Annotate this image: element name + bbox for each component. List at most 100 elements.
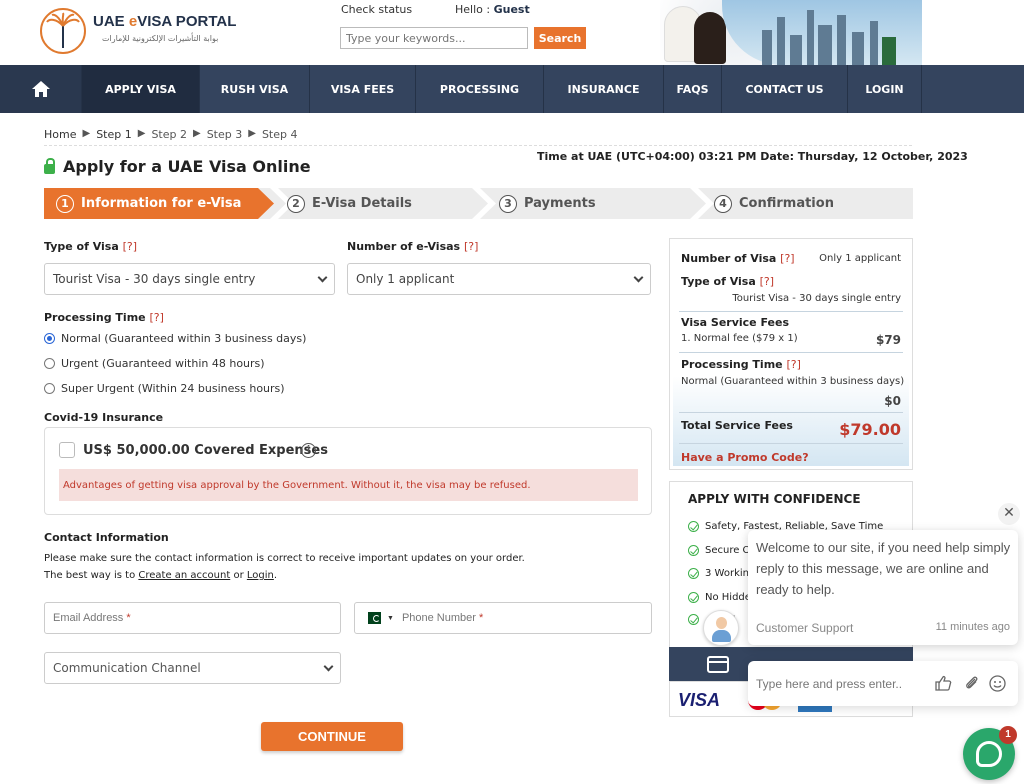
- confidence-title: APPLY WITH CONFIDENCE: [688, 492, 861, 506]
- person-image: [694, 12, 726, 64]
- help-link[interactable]: [?]: [149, 311, 163, 324]
- home-button[interactable]: [0, 65, 82, 113]
- page-title: Apply for a UAE Visa Online: [44, 157, 311, 176]
- insurance-coverage: US$ 50,000.00 Covered Expenses: [83, 443, 328, 458]
- logo-title: UAE eVISA PORTAL: [93, 13, 237, 30]
- create-account-link[interactable]: Create an account: [138, 570, 230, 581]
- logo-arabic: بوابة التأشيرات الإلكترونية للإمارات: [102, 34, 219, 43]
- breadcrumb-home[interactable]: Home: [44, 128, 76, 141]
- summary-visa-count-label: Number of Visa [?]: [681, 252, 795, 265]
- breadcrumb-step2[interactable]: Step 2: [151, 128, 187, 141]
- visa-count-select[interactable]: Only 1 applicant: [347, 263, 651, 295]
- processing-time-label: Processing Time [?]: [44, 311, 164, 324]
- summary-fee-amount: $79: [875, 333, 901, 347]
- help-link[interactable]: [?]: [464, 240, 478, 253]
- visa-type-label: Type of Visa [?]: [44, 240, 138, 253]
- step-2[interactable]: 2 E-Visa Details: [287, 188, 412, 219]
- summary-fees-label: Visa Service Fees: [681, 316, 789, 329]
- promo-code-link[interactable]: Have a Promo Code?: [681, 451, 809, 464]
- phone-field[interactable]: ▼ Phone Number *: [354, 602, 652, 634]
- radio-icon: [44, 383, 55, 394]
- breadcrumb-step4[interactable]: Step 4: [262, 128, 298, 141]
- summary-visa-type: Tourist Visa - 30 days single entry: [732, 293, 901, 304]
- radio-normal[interactable]: Normal (Guaranteed within 3 business day…: [44, 332, 306, 345]
- breadcrumb: Home ▶ Step 1 ▶ Step 2 ▶ Step 3 ▶ Step 4: [44, 128, 297, 141]
- step-3[interactable]: 3 Payments: [499, 188, 596, 219]
- summary-processing-value: Normal (Guaranteed within 3 business day…: [681, 376, 905, 387]
- caret-down-icon[interactable]: ▼: [387, 615, 394, 622]
- nav-rush-visa[interactable]: RUSH VISA: [200, 65, 310, 113]
- insurance-warning: Advantages of getting visa approval by t…: [59, 469, 638, 501]
- progress-steps: 1 Information for e-Visa 2 E-Visa Details …: [44, 188, 913, 219]
- chevron-right-icon: ▶: [82, 128, 91, 139]
- help-link[interactable]: [?]: [123, 240, 137, 253]
- covid-insurance-label: Covid-19 Insurance: [44, 411, 164, 424]
- step-1[interactable]: 1 Information for e-Visa: [56, 188, 241, 219]
- site-header: UAE eVISA PORTAL بوابة التأشيرات الإلكتر…: [0, 0, 1024, 65]
- chat-bubble-icon: [976, 741, 1002, 767]
- chat-agent-name: Customer Support: [756, 621, 854, 635]
- paperclip-icon[interactable]: [964, 675, 980, 695]
- summary-total-label: Total Service Fees: [681, 419, 793, 432]
- nav-visa-fees[interactable]: VISA FEES: [310, 65, 416, 113]
- communication-channel-select[interactable]: Communication Channel: [44, 652, 341, 684]
- summary-total-amount: $79.00: [839, 420, 901, 439]
- continue-button[interactable]: CONTINUE: [261, 722, 403, 751]
- summary-fee-line: 1. Normal fee ($79 x 1): [681, 333, 798, 344]
- breadcrumb-step1[interactable]: Step 1: [96, 128, 132, 141]
- check-circle-icon: [688, 614, 699, 625]
- close-chat-icon[interactable]: ✕: [998, 503, 1020, 525]
- emoji-icon[interactable]: [989, 675, 1006, 696]
- chevron-right-icon: ▶: [192, 128, 201, 139]
- nav-contact-us[interactable]: CONTACT US: [722, 65, 848, 113]
- step-4[interactable]: 4 Confirmation: [714, 188, 834, 219]
- visa-type-select[interactable]: Tourist Visa - 30 days single entry: [44, 263, 335, 295]
- visa-logo: VISA: [678, 690, 721, 710]
- info-icon[interactable]: i: [301, 443, 316, 458]
- help-link[interactable]: [?]: [760, 275, 774, 288]
- contact-info-text-2: The best way is to Create an account or …: [44, 570, 278, 581]
- nav-insurance[interactable]: INSURANCE: [544, 65, 664, 113]
- email-field[interactable]: Email Address *: [44, 602, 341, 634]
- help-link[interactable]: [?]: [780, 252, 794, 265]
- divider: [679, 352, 903, 353]
- divider: [44, 145, 912, 146]
- site-logo[interactable]: UAE eVISA PORTAL بوابة التأشيرات الإلكتر…: [40, 8, 240, 56]
- check-status-link[interactable]: Check status: [341, 3, 412, 16]
- pakistan-flag-icon[interactable]: [363, 612, 381, 624]
- chevron-down-icon: [323, 661, 334, 671]
- nav-login[interactable]: LOGIN: [848, 65, 922, 113]
- main-nav: APPLY VISA RUSH VISA VISA FEES PROCESSIN…: [0, 65, 1024, 113]
- chat-input[interactable]: Type here and press enter..: [748, 661, 1018, 706]
- covid-insurance-box: US$ 50,000.00 Covered Expenses i Advanta…: [44, 427, 652, 515]
- dubai-skyline-image: [722, 0, 922, 65]
- contact-info-label: Contact Information: [44, 531, 169, 544]
- chevron-right-icon: ▶: [137, 128, 146, 139]
- greeting: Hello : Guest: [455, 3, 530, 16]
- divider: [679, 311, 903, 312]
- login-link[interactable]: Login: [247, 570, 274, 581]
- nav-faqs[interactable]: FAQS: [664, 65, 722, 113]
- chevron-down-icon: [317, 272, 328, 282]
- check-circle-icon: [688, 568, 699, 579]
- notification-badge: 1: [999, 726, 1017, 744]
- check-circle-icon: [688, 592, 699, 603]
- search-button[interactable]: Search: [534, 27, 586, 49]
- breadcrumb-step3[interactable]: Step 3: [207, 128, 243, 141]
- help-link[interactable]: [?]: [786, 358, 800, 371]
- search-input[interactable]: [340, 27, 528, 49]
- divider: [679, 443, 903, 444]
- radio-super-urgent[interactable]: Super Urgent (Within 24 business hours): [44, 382, 285, 395]
- radio-urgent[interactable]: Urgent (Guaranteed within 48 hours): [44, 357, 265, 370]
- nav-apply-visa[interactable]: APPLY VISA: [82, 65, 200, 113]
- divider: [679, 412, 903, 413]
- confidence-item: No Hidde: [688, 592, 751, 603]
- nav-processing[interactable]: PROCESSING: [416, 65, 544, 113]
- thumbs-up-icon[interactable]: [935, 675, 952, 695]
- contact-info-text: Please make sure the contact information…: [44, 553, 525, 564]
- order-summary: Number of Visa [?] Only 1 applicant Type…: [669, 238, 913, 470]
- home-icon: [31, 81, 50, 97]
- chat-message-text: Welcome to our site, if you need help si…: [756, 540, 1011, 597]
- uae-time: Time at UAE (UTC+04:00) 03:21 PM Date: T…: [537, 150, 968, 163]
- insurance-checkbox[interactable]: [59, 442, 75, 458]
